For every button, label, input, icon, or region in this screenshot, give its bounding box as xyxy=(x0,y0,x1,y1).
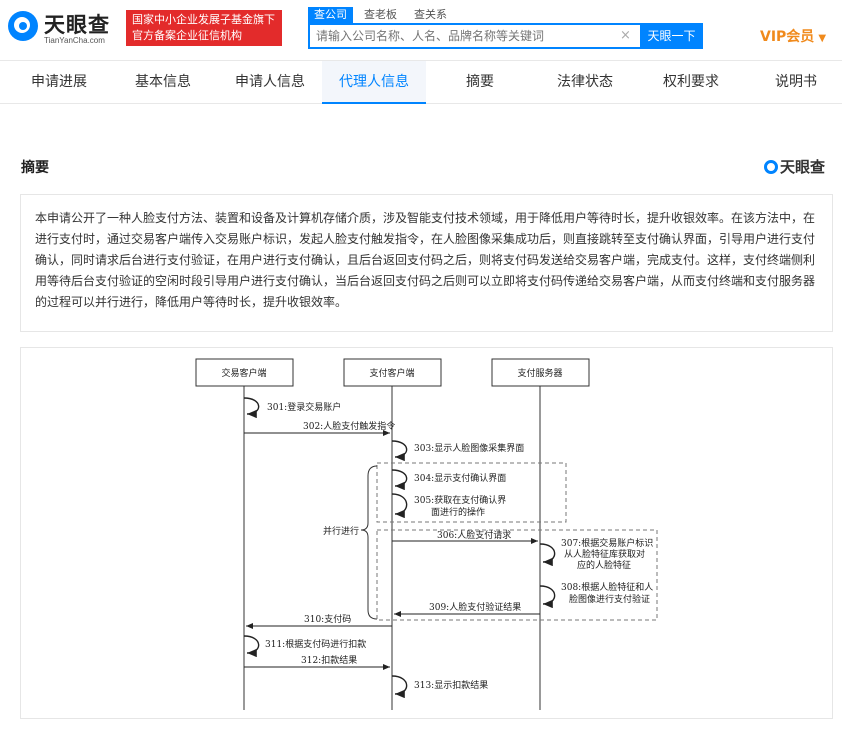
section-title-abstract: 摘要 xyxy=(21,160,49,176)
self-arrow-301 xyxy=(243,397,260,419)
step-301: 301:登录交易账户 xyxy=(267,401,341,413)
step-306: 306:人脸支付请求 xyxy=(437,529,511,541)
step-304: 304:显示支付确认界面 xyxy=(414,472,506,484)
tianyancha-watermark: 天眼查 xyxy=(764,156,825,177)
step-312: 312:扣款结果 xyxy=(301,654,357,666)
watermark-text: 天眼查 xyxy=(780,158,826,176)
step-308-line1: 308:根据人脸特征和人 xyxy=(561,581,653,593)
search-box: × xyxy=(308,23,640,49)
logo-icon xyxy=(764,160,778,174)
chevron-down-icon: ▼ xyxy=(818,33,827,44)
tab-application-progress[interactable]: 申请进展 xyxy=(14,61,104,103)
logo-text: 天眼查 xyxy=(44,13,110,37)
logo-icon xyxy=(8,11,38,41)
banner-line-2: 官方备案企业征信机构 xyxy=(132,29,242,42)
promo-banner[interactable]: 国家中小企业发展子基金旗下 官方备案企业征信机构 xyxy=(126,10,282,46)
self-arrow-307 xyxy=(539,543,556,567)
abstract-text: 本申请公开了一种人脸支付方法、装置和设备及计算机存储介质，涉及智能支付技术领域，… xyxy=(35,211,816,309)
step-307-line3: 应的人脸特征 xyxy=(577,559,631,571)
clear-icon[interactable]: × xyxy=(620,28,631,43)
self-arrow-303 xyxy=(391,440,408,462)
step-305-line2: 面进行的操作 xyxy=(431,506,485,518)
step-313: 313:显示扣款结果 xyxy=(414,679,488,691)
self-arrow-311 xyxy=(243,635,260,658)
top-header: 天眼查 TianYanCha.com 国家中小企业发展子基金旗下 官方备案企业征… xyxy=(0,0,842,60)
search-tab-company[interactable]: 查公司 xyxy=(308,7,353,23)
search-input[interactable] xyxy=(310,25,610,47)
step-310: 310:支付码 xyxy=(304,613,351,625)
parallel-brace xyxy=(360,465,378,620)
step-302: 302:人脸支付触发指令 xyxy=(303,420,395,432)
self-arrow-305 xyxy=(391,493,408,519)
detail-nav-tabs: 申请进展 基本信息 申请人信息 代理人信息 摘要 法律状态 权利要求 说明书 xyxy=(0,60,842,104)
abstract-text-box: 本申请公开了一种人脸支付方法、装置和设备及计算机存储介质，涉及智能支付技术领域，… xyxy=(20,194,833,332)
self-arrow-308 xyxy=(539,585,556,609)
tab-abstract[interactable]: 摘要 xyxy=(440,61,520,103)
tab-claims[interactable]: 权利要求 xyxy=(646,61,736,103)
tab-basic-info[interactable]: 基本信息 xyxy=(118,61,208,103)
tab-legal-status[interactable]: 法律状态 xyxy=(540,61,630,103)
self-arrow-313 xyxy=(391,675,408,699)
self-arrow-304 xyxy=(391,469,408,491)
search-button[interactable]: 天眼一下 xyxy=(640,23,703,49)
step-303: 303:显示人脸图像采集界面 xyxy=(414,442,524,454)
tab-agent-info[interactable]: 代理人信息 xyxy=(322,61,426,104)
search-tab-boss[interactable]: 查老板 xyxy=(364,7,397,23)
site-logo[interactable]: 天眼查 TianYanCha.com xyxy=(8,9,120,47)
step-308-line2: 脸图像进行支付验证 xyxy=(569,593,650,605)
abstract-figure: 交易客户端 支付客户端 支付服务器 301:登录交易账户 302:人脸支付触发指… xyxy=(20,347,833,719)
logo-subtext: TianYanCha.com xyxy=(44,36,105,45)
search-tab-relation[interactable]: 查关系 xyxy=(414,7,447,23)
step-305-line1: 305:获取在支付确认界 xyxy=(414,494,506,506)
step-309: 309:人脸支付验证结果 xyxy=(429,601,521,613)
tab-description[interactable]: 说明书 xyxy=(760,61,832,103)
step-311: 311:根据支付码进行扣款 xyxy=(265,638,366,650)
parallel-label: 并行进行 xyxy=(323,525,359,537)
sequence-diagram: 交易客户端 支付客户端 支付服务器 301:登录交易账户 302:人脸支付触发指… xyxy=(195,358,658,710)
vip-label: VIP会员 xyxy=(760,29,815,45)
lane-label-payment-server: 支付服务器 xyxy=(517,367,562,379)
lane-label-payment-client: 支付客户端 xyxy=(369,367,414,379)
banner-line-1: 国家中小企业发展子基金旗下 xyxy=(132,13,275,26)
step-307-line2: 从人脸特征库获取对 xyxy=(564,548,645,560)
tab-applicant-info[interactable]: 申请人信息 xyxy=(222,61,318,103)
step-307-line1: 307:根据交易账户标识 xyxy=(561,537,653,549)
lane-label-trading-client: 交易客户端 xyxy=(221,367,266,379)
vip-member-menu[interactable]: VIP会员 ▼ xyxy=(760,26,826,46)
